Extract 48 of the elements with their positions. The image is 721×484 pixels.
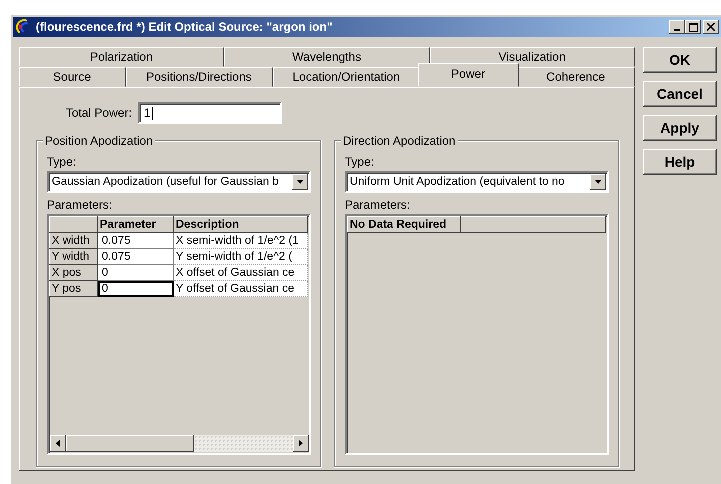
description-cell: Y semi-width of 1/e^2 ( (174, 248, 308, 264)
tab[interactable]: Positions/Directions (126, 67, 273, 87)
tab[interactable]: Location/Orientation (272, 67, 420, 87)
total-power-label: Total Power: (66, 106, 132, 120)
minimize-button[interactable] (669, 20, 685, 34)
type-label: Type: (47, 155, 78, 169)
row-header: X pos (50, 264, 98, 280)
tab[interactable]: Visualization (430, 47, 635, 67)
parameter-cell[interactable]: 0.075 (98, 248, 174, 264)
dialog-button[interactable]: Apply (643, 115, 717, 141)
tab[interactable]: Power (418, 63, 519, 87)
parameter-cell[interactable]: 0 (98, 280, 174, 296)
group-title: Direction Apodization (341, 134, 458, 148)
caret-icon (296, 180, 304, 184)
column-header: Description (174, 216, 308, 232)
left-arrow-icon (56, 440, 60, 447)
total-power-field[interactable]: 1 (138, 102, 282, 124)
description-cell: X offset of Gaussian ce (174, 264, 308, 280)
type-dropdown[interactable]: Uniform Unit Apodization (equivalent to no (345, 171, 609, 193)
horizontal-scrollbar[interactable] (50, 435, 309, 452)
description-cell: Y offset of Gaussian ce (174, 280, 308, 296)
tab[interactable]: Wavelengths (224, 47, 430, 67)
group-title: Position Apodization (43, 134, 156, 148)
close-icon (707, 23, 715, 31)
dialog-button[interactable]: Help (643, 149, 717, 175)
caret-icon (594, 180, 602, 184)
tab[interactable]: Polarization (19, 47, 224, 67)
close-button[interactable] (703, 20, 719, 34)
dialog-button[interactable]: OK (643, 47, 717, 73)
tab[interactable]: Source (19, 67, 126, 87)
row-header: Y width (50, 248, 98, 264)
tab[interactable]: Coherence (516, 67, 635, 87)
maximize-icon (688, 22, 698, 32)
row-header: Y pos (50, 280, 98, 296)
parameters-label: Parameters: (345, 198, 412, 212)
column-header: No Data Required (348, 216, 460, 232)
maximize-button[interactable] (685, 20, 701, 34)
type-dropdown[interactable]: Gaussian Apodization (useful for Gaussian b (47, 171, 311, 193)
column-header: Parameter (98, 216, 174, 232)
type-label: Type: (345, 155, 376, 169)
description-cell: X semi-width of 1/e^2 (1 (174, 232, 308, 248)
row-header: X width (50, 232, 98, 248)
parameters-label: Parameters: (47, 198, 114, 212)
parameter-cell[interactable]: 0 (98, 264, 174, 280)
parameter-cell[interactable]: 0.075 (98, 232, 174, 248)
window-title: (flourescence.frd *) Edit Optical Source: "argon ion" (36, 20, 334, 34)
dialog-button[interactable]: Cancel (643, 81, 717, 107)
right-arrow-icon (299, 440, 303, 447)
